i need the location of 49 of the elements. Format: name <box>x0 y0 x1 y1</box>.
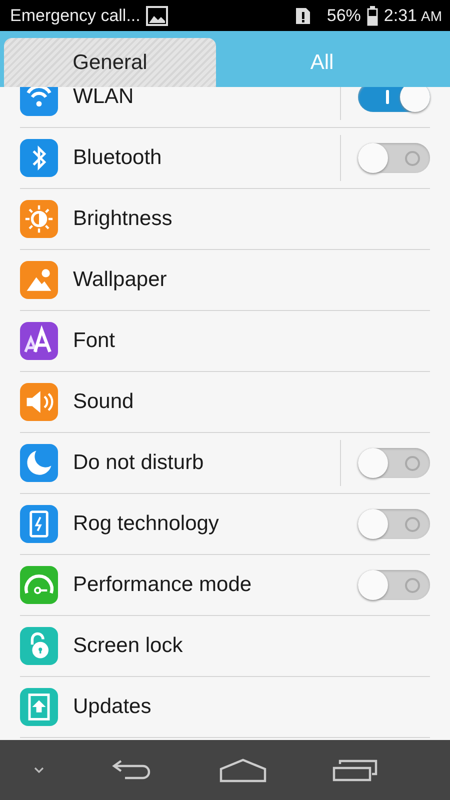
settings-row[interactable]: Brightness <box>20 189 430 250</box>
recent-apps-icon[interactable] <box>332 758 378 782</box>
wifi-icon <box>20 87 58 116</box>
settings-row[interactable]: Rog technology <box>20 494 430 555</box>
speaker-icon <box>20 383 58 421</box>
image-icon <box>146 6 168 26</box>
toggle-switch[interactable] <box>358 570 430 600</box>
setting-label: WLAN <box>73 87 135 109</box>
tablet-icon <box>20 505 58 543</box>
tab[interactable]: General <box>4 38 216 87</box>
toggle-switch[interactable] <box>358 448 430 478</box>
toggle-switch[interactable] <box>358 143 430 173</box>
setting-label: Updates <box>73 695 152 719</box>
settings-row[interactable]: Font <box>20 311 430 372</box>
setting-label: Screen lock <box>73 634 184 658</box>
setting-label: Font <box>73 329 116 353</box>
settings-row[interactable]: WLAN <box>20 87 430 128</box>
mountain-icon <box>20 261 58 299</box>
settings-row[interactable]: Bluetooth <box>20 128 430 189</box>
bluetooth-icon <box>20 139 58 177</box>
settings-row[interactable]: Performance mode <box>20 555 430 616</box>
setting-label: Do not disturb <box>73 451 205 475</box>
sun-icon <box>20 200 58 238</box>
clock-ampm: AM <box>421 8 442 24</box>
settings-row[interactable]: Do not disturb <box>20 433 430 494</box>
letters-icon <box>20 322 58 360</box>
toggle-switch[interactable] <box>358 509 430 539</box>
notification-text: Emergency call... <box>10 6 140 26</box>
clock-time: 2:31 <box>384 6 417 26</box>
setting-label: Bluetooth <box>73 146 163 170</box>
setting-label: Sound <box>73 390 135 414</box>
gauge-icon <box>20 566 58 604</box>
toggle-switch[interactable] <box>358 87 430 112</box>
upload-icon <box>20 688 58 726</box>
setting-label: Performance mode <box>73 573 253 597</box>
setting-label: Brightness <box>73 207 174 231</box>
padlock-icon <box>20 627 58 665</box>
collapse-icon[interactable] <box>32 765 46 775</box>
settings-row[interactable]: Sound <box>20 372 430 433</box>
battery-percent: 56% <box>326 6 361 26</box>
home-icon[interactable] <box>219 757 268 783</box>
settings-row[interactable]: Updates <box>20 677 430 738</box>
setting-label: Wallpaper <box>73 268 168 292</box>
settings-row[interactable]: Wallpaper <box>20 250 430 311</box>
moon-icon <box>20 444 58 482</box>
setting-label: Rog technology <box>73 512 220 536</box>
battery-icon <box>366 6 378 26</box>
settings-row[interactable]: Screen lock <box>20 616 430 677</box>
sim-alert-icon <box>294 6 311 24</box>
